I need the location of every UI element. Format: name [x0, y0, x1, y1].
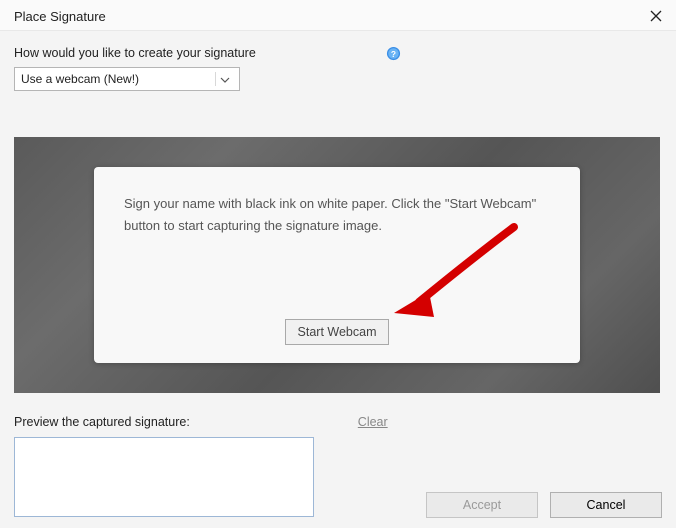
preview-label: Preview the captured signature:: [14, 415, 190, 429]
accept-button: Accept: [426, 492, 538, 518]
instruction-panel: Sign your name with black ink on white p…: [94, 167, 580, 363]
cancel-button[interactable]: Cancel: [550, 492, 662, 518]
signature-method-dropdown[interactable]: Use a webcam (New!): [14, 67, 240, 91]
dropdown-selected-value: Use a webcam (New!): [21, 72, 215, 86]
svg-text:?: ?: [391, 48, 396, 58]
start-webcam-button[interactable]: Start Webcam: [285, 319, 390, 345]
create-signature-label: How would you like to create your signat…: [14, 46, 256, 60]
title-bar: Place Signature: [0, 0, 676, 31]
close-icon[interactable]: [646, 6, 666, 26]
clear-link[interactable]: Clear: [358, 415, 388, 429]
window-title: Place Signature: [14, 9, 106, 24]
preview-box: [14, 437, 314, 517]
webcam-capture-area: Sign your name with black ink on white p…: [14, 137, 660, 393]
help-icon[interactable]: ?: [386, 45, 402, 61]
instruction-text: Sign your name with black ink on white p…: [124, 193, 550, 237]
chevron-down-icon: [215, 72, 233, 86]
